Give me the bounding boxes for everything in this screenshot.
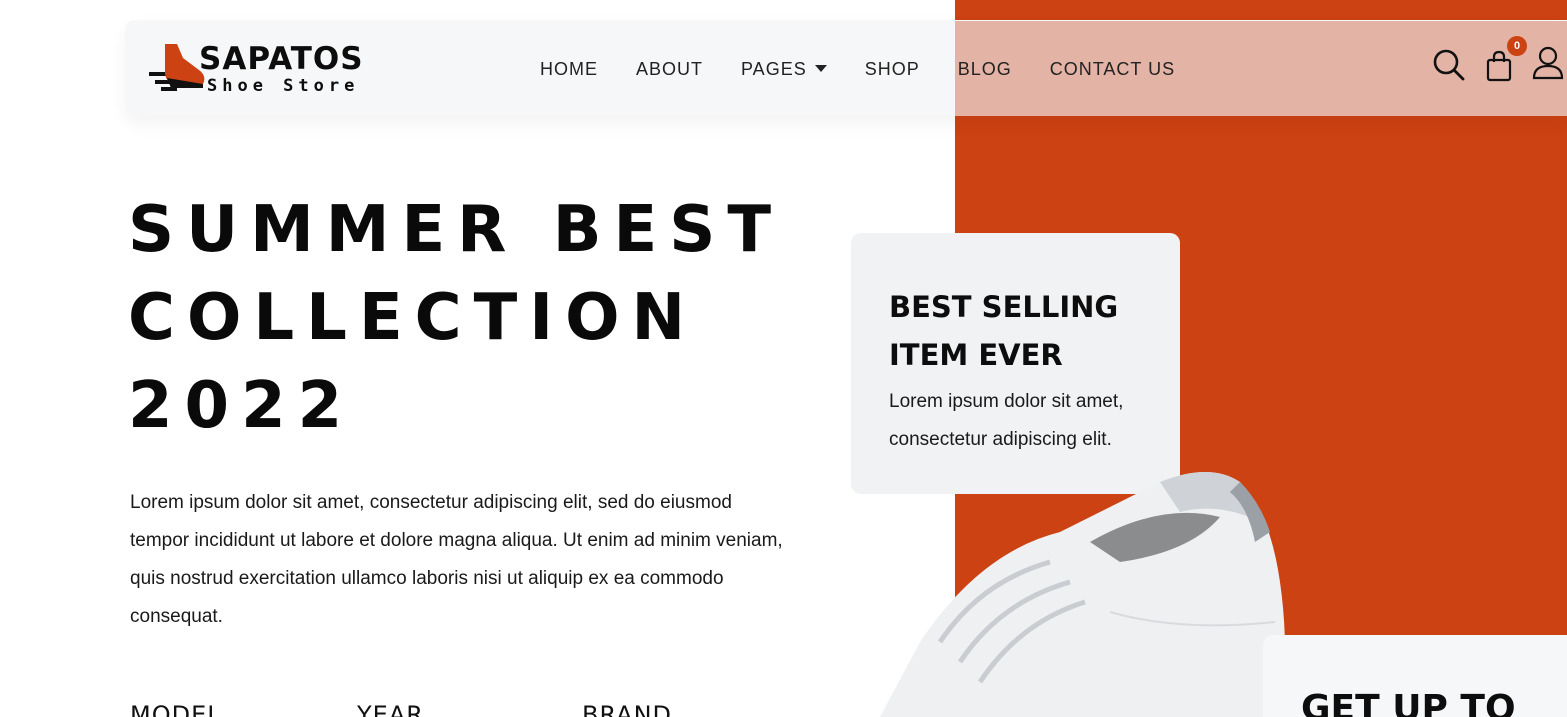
nav-shop[interactable]: SHOP <box>865 56 920 82</box>
nav-about[interactable]: ABOUT <box>636 56 703 82</box>
brand-tagline: Shoe Store <box>207 76 360 96</box>
caret-down-icon <box>814 64 827 72</box>
nav-blog[interactable]: BLOG <box>958 56 1012 82</box>
stat-brand-label: BRAND <box>582 701 673 717</box>
nav-home[interactable]: HOME <box>540 56 598 82</box>
best-selling-text: Lorem ipsum dolor sit amet, consectetur … <box>889 391 1124 450</box>
cart-icon[interactable] <box>1486 50 1512 82</box>
hero-stats: MODEL YEAR BRAND <box>130 700 830 717</box>
hero-description: Lorem ipsum dolor sit amet, consectetur … <box>130 492 783 627</box>
nav-pages-label: PAGES <box>741 59 807 79</box>
main-nav: HOME ABOUT PAGES SHOP BLOG CONTACT US <box>540 56 1213 82</box>
brand-name: SAPATOS <box>199 41 364 77</box>
nav-contact[interactable]: CONTACT US <box>1050 56 1175 82</box>
stat-year-label: YEAR <box>357 701 424 717</box>
promo-title: GET UP TO <box>1301 688 1516 717</box>
hero-title: SUMMER BEST COLLECTION 2022 <box>128 193 783 443</box>
promo-card: GET UP TO <box>1263 635 1567 717</box>
best-selling-title: BEST SELLING ITEM EVER <box>889 290 1119 372</box>
nav-pages[interactable]: PAGES <box>741 56 827 82</box>
best-selling-card: BEST SELLING ITEM EVER Lorem ipsum dolor… <box>851 233 1180 494</box>
stat-model-label: MODEL <box>130 701 222 717</box>
brand-logo[interactable]: SAPATOS Shoe Store <box>147 40 377 96</box>
user-icon[interactable] <box>1532 46 1564 80</box>
cart-count-badge: 0 <box>1507 36 1527 56</box>
sneaker-product-image <box>880 472 1285 717</box>
search-icon[interactable] <box>1432 48 1466 82</box>
